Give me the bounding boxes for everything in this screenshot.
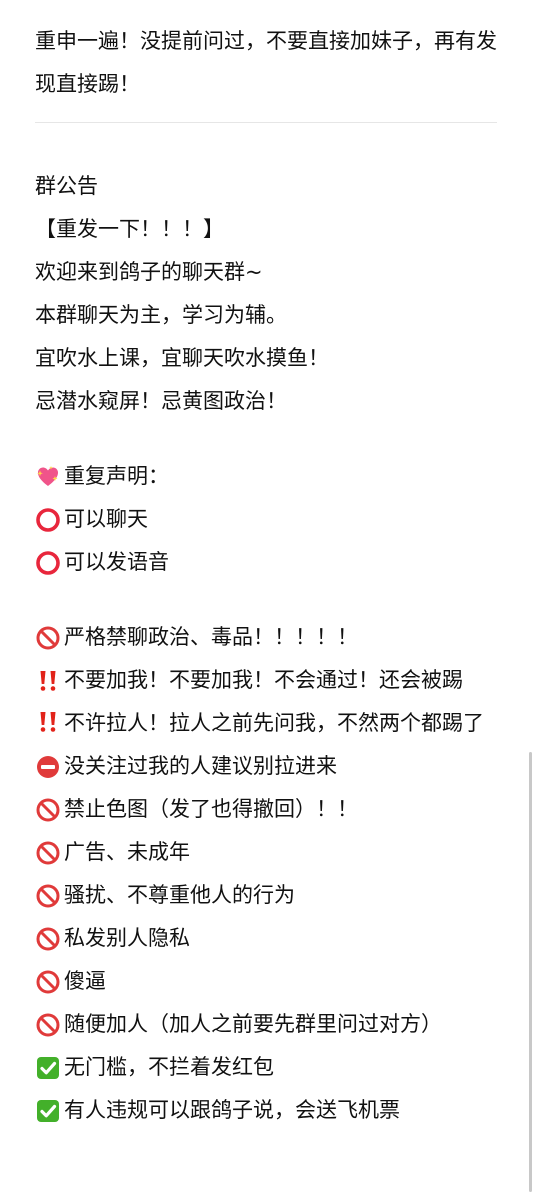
prohibited-icon [36, 970, 60, 993]
allowed-item-text: 可以发语音 [64, 550, 169, 574]
circle-icon [36, 507, 60, 532]
allowed-item: 可以发语音 [35, 541, 505, 584]
rule-text: 禁止色图（发了也得撤回）！！ [64, 797, 358, 821]
prohibited-icon [36, 884, 60, 907]
rule-text: 傻逼 [64, 969, 106, 993]
double-exclamation-icon [40, 670, 56, 691]
double-exclamation-icon [40, 712, 56, 732]
rule-text: 随便加人（加人之前要先群里问过对方） [64, 1012, 442, 1036]
rule-text: 严格禁聊政治、毒品！！！！！ [64, 625, 358, 649]
prohibited-icon [36, 1013, 60, 1036]
rule-item: 禁止色图（发了也得撤回）！！ [35, 788, 505, 831]
statement-header: 重复声明： [35, 455, 505, 498]
prohibited-icon [36, 927, 60, 950]
statement-header-text: 重复声明： [64, 464, 169, 488]
allowed-item-text: 可以聊天 [64, 507, 148, 531]
allowed-item: 可以聊天 [35, 498, 505, 541]
rule-text: 私发别人隐私 [64, 926, 190, 950]
welcome-line: 欢迎来到鸽子的聊天群~ [35, 260, 263, 284]
rule-text: 没关注过我的人建议别拉进来 [64, 754, 337, 778]
sparkling-heart-icon [37, 465, 58, 486]
repost-notice: 【重发一下！！！】 [35, 217, 224, 241]
rule-item: 无门槛，不拦着发红包 [35, 1046, 505, 1089]
rule-item: 不许拉人！拉人之前先问我，不然两个都踢了 [35, 705, 505, 741]
rule-item: 没关注过我的人建议别拉进来 [35, 745, 505, 788]
rule-item: 有人违规可以跟鸽子说，会送飞机票 [35, 1089, 505, 1132]
no-entry-icon [37, 755, 59, 778]
rule-text: 骚扰、不尊重他人的行为 [64, 883, 295, 907]
rule-text: 无门槛，不拦着发红包 [64, 1055, 274, 1079]
rule-item: 随便加人（加人之前要先群里问过对方） [35, 1003, 505, 1046]
check-mark-button-icon [37, 1099, 59, 1122]
rule-item: 私发别人隐私 [35, 917, 505, 960]
rule-item: 骚扰、不尊重他人的行为 [35, 874, 505, 917]
chat-purpose-line: 本群聊天为主，学习为辅。 [35, 303, 287, 327]
prohibited-icon [36, 798, 60, 821]
encouraged-line: 宜吹水上课，宜聊天吹水摸鱼！ [35, 346, 329, 370]
discouraged-line: 忌潜水窥屏！忌黄图政治！ [35, 389, 287, 413]
prohibited-icon [36, 841, 60, 864]
rule-item: 傻逼 [35, 960, 505, 1003]
rule-item: 广告、未成年 [35, 831, 505, 874]
rule-text: 不要加我！不要加我！不会通过！还会被踢 [64, 668, 463, 692]
rule-item: 严格禁聊政治、毒品！！！！！ [35, 616, 505, 659]
prohibited-icon [36, 626, 60, 649]
scrollbar[interactable] [529, 752, 532, 1192]
announcement-title: 群公告 [35, 174, 98, 198]
circle-icon [36, 550, 60, 575]
rule-text: 不许拉人！拉人之前先问我，不然两个都踢了 [64, 711, 484, 735]
announcement-document: 重申一遍！没提前问过，不要直接加妹子，再有发现直接踢！ 群公告 【重发一下！！！… [35, 20, 505, 1132]
rule-text: 有人违规可以跟鸽子说，会送飞机票 [64, 1098, 400, 1122]
intro-warning: 重申一遍！没提前问过，不要直接加妹子，再有发现直接踢！ [35, 29, 497, 96]
check-mark-button-icon [37, 1056, 59, 1079]
section-divider [35, 122, 497, 123]
rule-text: 广告、未成年 [64, 840, 190, 864]
rule-item: 不要加我！不要加我！不会通过！还会被踢 [35, 659, 505, 702]
